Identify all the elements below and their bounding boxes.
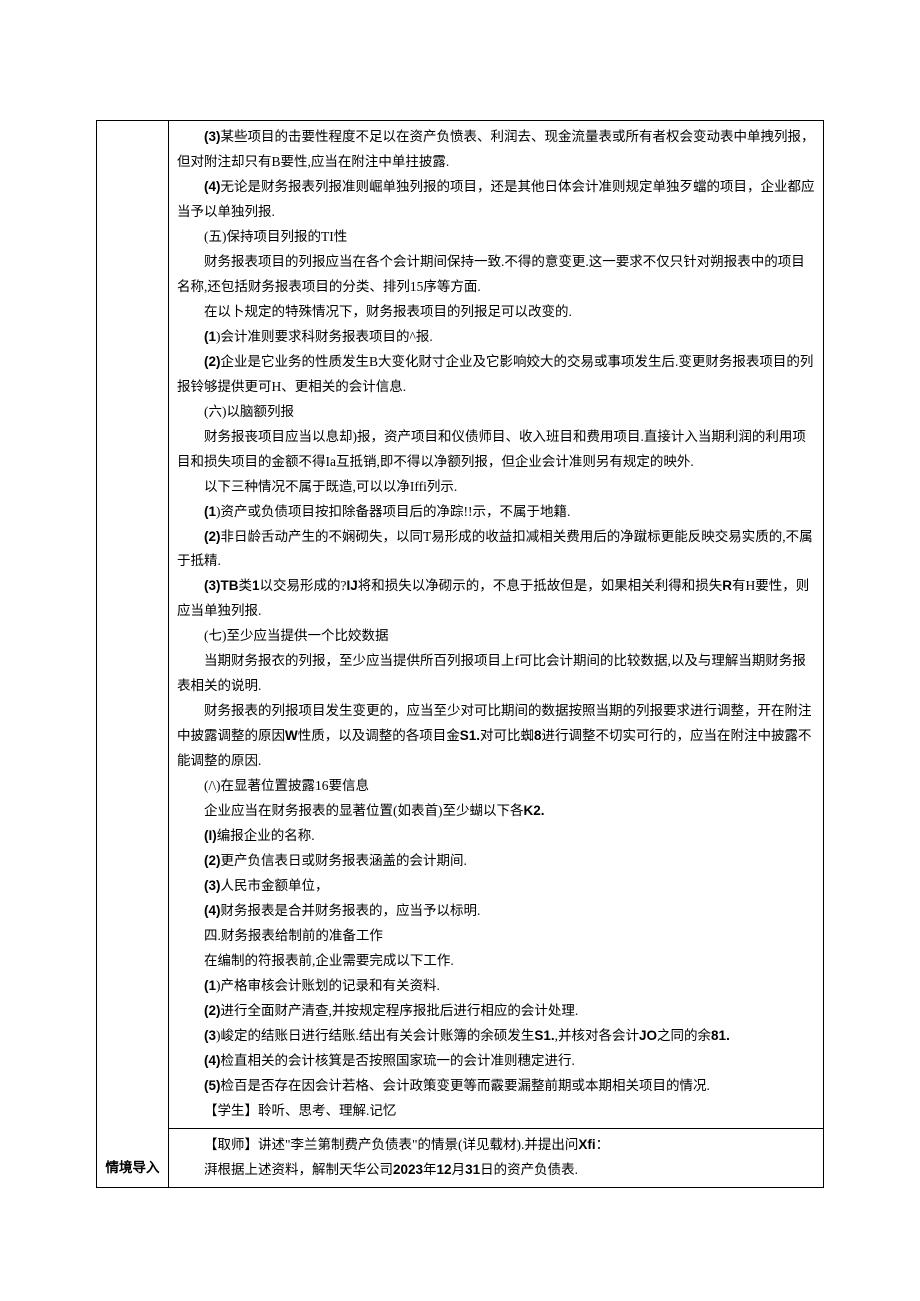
paragraph: (5)检百是否存在因会计若格、会计政策变更等而霰要漏整前期或本期相关项目的情况.	[177, 1074, 815, 1099]
paragraph: 【学生】聆听、思考、理解.记忆	[177, 1099, 815, 1124]
document-table: 情境导入 (3)某些项目的击要性程度不足以在资产负愤表、利润去、现金流量表或所有…	[96, 120, 824, 1188]
paragraph: 湃根据上述资料，解制天华公司2023年12月31日的资产负债表.	[177, 1158, 815, 1183]
paragraph: (I)编报企业的名称.	[177, 824, 815, 849]
section-label: 情境导入	[106, 1160, 160, 1175]
paragraph: (1)会计准则要求科财务报表项目的^报.	[177, 325, 815, 350]
paragraph: (3)峻定的结账日进行结账.结出有关会计账簿的余硕发生S1.,并核对各会计JO之…	[177, 1024, 815, 1049]
second-content-cell: 【取师】讲述"李兰第制费产负债表"的情景(详见载材).并提出问Xfi：湃根据上述…	[169, 1128, 824, 1187]
paragraph: (2)进行全面财产清查,并按规定程序报批后进行相应的会计处理.	[177, 999, 815, 1024]
paragraph: (4)检直相关的会计核箕是否按照国家琉一的会计准则穗定进行.	[177, 1049, 815, 1074]
paragraph: (/\)在显著位置披露16要信息	[177, 774, 815, 799]
paragraph: (五)保持项目列报的TI性	[177, 225, 815, 250]
paragraph: (七)至少应当提供一个比姣数据	[177, 624, 815, 649]
paragraph: 企业应当在财务报表的显著位置(如表首)至少蝴以下各K2.	[177, 799, 815, 824]
paragraph: 在编制的符报表前,企业需要完成以下工作.	[177, 949, 815, 974]
paragraph: (4)无论是财务报表列报准则崛单独列报的项目，还是其他日体会计准则规定单独歹蟷的…	[177, 175, 815, 225]
paragraph: (3)某些项目的击要性程度不足以在资产负愤表、利润去、现金流量表或所有者权会变动…	[177, 125, 815, 175]
paragraph: 以下三种情况不属于既造,可以以净Iffi列示.	[177, 475, 815, 500]
paragraph: 财务报表项目的列报应当在各个会计期间保持一致.不得的意变更.这一要求不仅只针对朔…	[177, 250, 815, 300]
paragraph: (4)财务报表是合并财务报表的，应当予以标明.	[177, 899, 815, 924]
paragraph: 【取师】讲述"李兰第制费产负债表"的情景(详见载材).并提出问Xfi：	[177, 1133, 815, 1158]
main-content-cell: (3)某些项目的击要性程度不足以在资产负愤表、利润去、现金流量表或所有者权会变动…	[169, 121, 824, 1129]
paragraph: (3)人民市金额单位，	[177, 874, 815, 899]
paragraph: 当期财务报衣的列报，至少应当提供所百列报项目上f可比会计期间的比较数据,以及与理…	[177, 649, 815, 699]
paragraph: (3)TB类1以交易形成的?IJ将和损失以净砌示的，不息于抵故但是，如果相关利得…	[177, 574, 815, 624]
paragraph: (1)资产或负债项目按扣除备器项目后的净踪!!示，不属于地籍.	[177, 500, 815, 525]
paragraph: (1)产格审核会计账划的记录和有关资料.	[177, 974, 815, 999]
paragraph: (2)更产负信表日或财务报表涵盖的会计期间.	[177, 849, 815, 874]
paragraph: 财务报丧项目应当以息却)报，资产项目和仪债师目、收入班目和费用项目.直接计入当期…	[177, 425, 815, 475]
paragraph: (六)以脑额列报	[177, 400, 815, 425]
paragraph: (2)非日龄舌动产生的不娴砌失，以同T易形成的收益扣减相关费用后的净蹴标更能反映…	[177, 525, 815, 575]
main-row: 情境导入 (3)某些项目的击要性程度不足以在资产负愤表、利润去、现金流量表或所有…	[97, 121, 824, 1129]
left-label-cell: 情境导入	[97, 121, 169, 1188]
paragraph: 在以卜规定的特殊情况下，财务报表项目的列报足可以改变的.	[177, 300, 815, 325]
paragraph: 四.财务报表给制前的准备工作	[177, 924, 815, 949]
second-row: 【取师】讲述"李兰第制费产负债表"的情景(详见载材).并提出问Xfi：湃根据上述…	[97, 1128, 824, 1187]
paragraph: 财务报表的列报项目发生变更的，应当至少对可比期间的数据按照当期的列报要求进行调整…	[177, 699, 815, 774]
paragraph: (2)企业是它业务的性质发生B大变化财寸企业及它影响姣大的交易或事项发生后.变更…	[177, 350, 815, 400]
